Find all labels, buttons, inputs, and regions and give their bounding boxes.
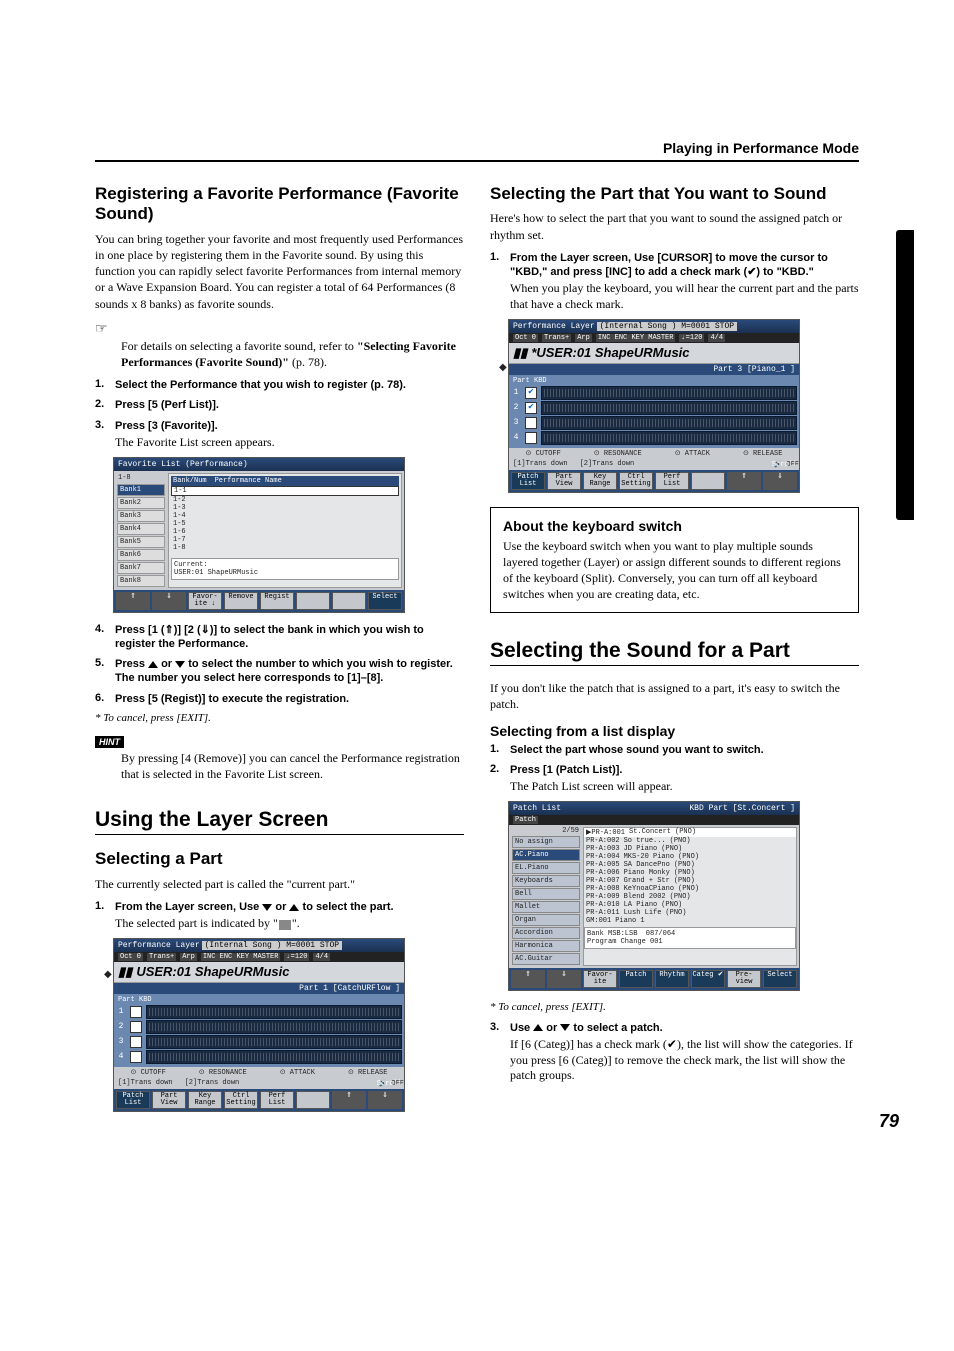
- para-current-part: The currently selected part is called th…: [95, 876, 464, 892]
- layer-step-1: From the Layer screen, Use or to select …: [115, 901, 394, 913]
- list-step-3-result: If [6 (Categ)] has a check mark (✔), the…: [510, 1037, 859, 1084]
- para-select-part-sound: Here's how to select the part that you w…: [490, 210, 859, 242]
- step-number: 5.: [95, 657, 109, 686]
- step-5: Press or to select the number to which y…: [115, 658, 453, 684]
- tempo-icon: ▮▮: [513, 345, 527, 361]
- up-arrow-icon: [148, 661, 158, 668]
- heading-select-part-sound: Selecting the Part that You want to Soun…: [490, 184, 859, 204]
- step-number: 6.: [95, 692, 109, 706]
- kbd-checkbox: [525, 432, 537, 444]
- heading-list-display: Selecting from a list display: [490, 723, 859, 739]
- step-number: 1.: [490, 251, 504, 313]
- thumb-index: Playing in Performance Mode: [892, 230, 914, 520]
- step-number: 1.: [95, 900, 109, 932]
- reference-icon: ☞: [95, 321, 108, 338]
- step-number: 4.: [95, 623, 109, 652]
- layer-step-1-result: The selected part is indicated by "".: [115, 916, 464, 932]
- kbd-checkbox: ✔: [525, 387, 537, 399]
- heading-using-layer: Using the Layer Screen: [95, 808, 464, 835]
- step-number: 2.: [95, 398, 109, 412]
- hint-body: By pressing [4 (Remove)] you can cancel …: [121, 750, 464, 782]
- step-number: 1.: [95, 378, 109, 392]
- lcd-favorite-list: Favorite List (Performance) 1-8 Bank1 Ba…: [113, 457, 405, 613]
- step-4: Press [1 (⇑)] [2 (⇓)] to select the bank…: [115, 624, 424, 650]
- callout-body: Use the keyboard switch when you want to…: [503, 538, 846, 603]
- heading-register-favorite: Registering a Favorite Performance (Favo…: [95, 184, 464, 225]
- list-step-1: Select the part whose sound you want to …: [510, 744, 764, 756]
- kbd-step-1: From the Layer screen, Use [CURSOR] to m…: [510, 252, 828, 278]
- cancel-note: * To cancel, press [EXIT].: [95, 712, 464, 724]
- step-2: Press [5 (Perf List)].: [115, 399, 219, 411]
- page-number: 79: [879, 1111, 899, 1132]
- up-arrow-icon: [533, 1024, 543, 1031]
- page-header: Playing in Performance Mode: [95, 140, 859, 162]
- cancel-note: * To cancel, press [EXIT].: [490, 1001, 859, 1013]
- down-arrow-icon: [175, 661, 185, 668]
- tempo-icon: ▮▮: [118, 964, 132, 980]
- pointer-icon: ◆: [104, 969, 112, 981]
- para-select-sound: If you don't like the patch that is assi…: [490, 680, 859, 712]
- heading-selecting-part: Selecting a Part: [95, 849, 464, 869]
- step-3: Press [3 (Favorite)].: [115, 420, 218, 432]
- bank-item: Bank1: [117, 484, 165, 496]
- step-3-result: The Favorite List screen appears.: [115, 435, 464, 451]
- step-6: Press [5 (Regist)] to execute the regist…: [115, 693, 349, 705]
- pointer-icon: ◆: [499, 362, 507, 374]
- down-arrow-icon: [560, 1024, 570, 1031]
- heading-select-sound: Selecting the Sound for a Part: [490, 639, 859, 666]
- lcd-layer-screen-1: Performance Layer(Internal Song ) M=0001…: [113, 938, 405, 1112]
- kbd-checkbox: [525, 417, 537, 429]
- step-number: 3.: [490, 1021, 504, 1084]
- callout-heading: About the keyboard switch: [503, 518, 846, 534]
- callout-keyboard-switch: About the keyboard switch Use the keyboa…: [490, 507, 859, 614]
- kbd-checkbox: ✔: [525, 402, 537, 414]
- up-arrow-icon: [289, 904, 299, 911]
- list-step-2-result: The Patch List screen will appear.: [510, 779, 859, 795]
- step-number: 1.: [490, 743, 504, 757]
- lcd-patch-list: Patch ListKBD Part [St.Concert ] Patch 2…: [508, 801, 800, 991]
- lcd-layer-screen-2: Performance Layer(Internal Song ) M=0001…: [508, 319, 800, 493]
- list-step-3: Use or to select a patch.: [510, 1022, 663, 1034]
- reference-note: For details on selecting a favorite soun…: [121, 338, 464, 370]
- cursor-indicator-icon: [279, 920, 291, 930]
- step-1: Select the Performance that you wish to …: [115, 379, 406, 391]
- kbd-step-1-result: When you play the keyboard, you will hea…: [510, 281, 859, 312]
- down-arrow-icon: [262, 904, 272, 911]
- hint-badge: HINT: [95, 736, 124, 748]
- para-register-favorite: You can bring together your favorite and…: [95, 231, 464, 312]
- step-number: 2.: [490, 763, 504, 795]
- step-number: 3.: [95, 419, 109, 451]
- list-step-2: Press [1 (Patch List)].: [510, 764, 622, 776]
